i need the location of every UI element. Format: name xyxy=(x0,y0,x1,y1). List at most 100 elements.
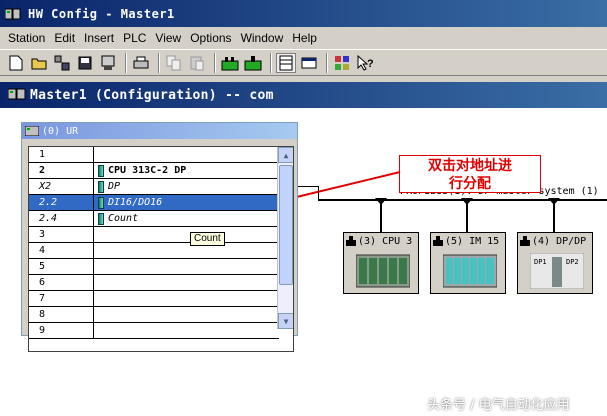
menu-view[interactable]: View xyxy=(151,31,185,45)
toolbar-separator xyxy=(125,52,127,73)
save-network-icon[interactable] xyxy=(52,53,72,73)
network-icon[interactable] xyxy=(243,53,263,73)
station-icon xyxy=(346,236,356,246)
callout-line-2: 行分配 xyxy=(449,176,491,192)
watermark: 头条号 / 电气自动化应用 xyxy=(427,398,570,413)
table-row[interactable]: 2 CPU 313C-2 DP xyxy=(29,163,279,179)
slot-number: 9 xyxy=(29,323,94,338)
toolbar-separator xyxy=(214,52,216,73)
scroll-up-icon[interactable]: ▲ xyxy=(278,147,293,163)
module-name xyxy=(94,147,279,162)
module-cell: Count xyxy=(94,211,279,226)
open-icon[interactable] xyxy=(29,53,49,73)
module-name xyxy=(94,291,279,306)
slot-number: 2.4 xyxy=(29,211,94,226)
copy-icon[interactable] xyxy=(164,53,184,73)
svg-text:?: ? xyxy=(367,58,374,70)
module-icon xyxy=(98,212,104,225)
configuration-icon xyxy=(7,87,26,103)
slot-number: 7 xyxy=(29,291,94,306)
menu-window[interactable]: Window xyxy=(237,31,288,45)
menu-station[interactable]: Station xyxy=(4,31,49,45)
table-row[interactable]: X2 DP xyxy=(29,179,279,195)
table-icon[interactable] xyxy=(299,53,319,73)
station-im[interactable]: (5) IM 15 xyxy=(430,232,506,294)
bus-connector-icon xyxy=(461,198,473,205)
callout-line-1: 双击对地址进 xyxy=(428,158,512,174)
menu-insert[interactable]: Insert xyxy=(80,31,118,45)
station-header: (5) IM 15 xyxy=(431,233,505,249)
menu-bar: Station Edit Insert PLC View Options Win… xyxy=(0,28,607,48)
table-row[interactable]: 7 xyxy=(29,291,279,307)
menu-plc[interactable]: PLC xyxy=(119,31,150,45)
slot-number: X2 xyxy=(29,179,94,194)
save-icon[interactable] xyxy=(75,53,95,73)
table-row[interactable]: 9 xyxy=(29,323,279,339)
module-cell: DP xyxy=(94,179,279,194)
table-row[interactable]: 4 xyxy=(29,243,279,259)
table-row[interactable]: 1 xyxy=(29,147,279,163)
table-row[interactable]: 8 xyxy=(29,307,279,323)
module-name xyxy=(94,275,279,290)
download-icon[interactable] xyxy=(98,53,118,73)
module-icon xyxy=(98,180,104,193)
menu-options[interactable]: Options xyxy=(186,31,235,45)
station-dpdp[interactable]: (4) DP/DP DP1 DP2 xyxy=(517,232,593,294)
slot-number: 2 xyxy=(29,163,94,178)
module-name xyxy=(94,243,279,258)
child-window-title: Master1 (Configuration) -- com xyxy=(30,87,274,103)
station-cpu[interactable]: (3) CPU 3 xyxy=(343,232,419,294)
rack-table: 1 2 CPU 313C-2 DP X2 DP 2.2 DI16/DO16 2.… xyxy=(28,146,294,352)
svg-text:DP1: DP1 xyxy=(534,258,547,266)
help-pointer-icon[interactable]: ? xyxy=(355,53,375,73)
scroll-thumb[interactable] xyxy=(279,165,293,285)
slot-number: 5 xyxy=(29,259,94,274)
rack-title: (0) UR xyxy=(42,125,79,137)
slot-number: 1 xyxy=(29,147,94,162)
module-name: Count xyxy=(108,213,139,224)
slot-number: 6 xyxy=(29,275,94,290)
module-name xyxy=(94,227,279,242)
module-name xyxy=(94,307,279,322)
station-icon xyxy=(433,236,443,246)
table-row[interactable]: 2.4 Count xyxy=(29,211,279,227)
table-row[interactable]: 6 xyxy=(29,275,279,291)
annotation-callout: 双击对地址进 行分配 xyxy=(399,155,541,193)
rack-title-bar[interactable]: (0) UR xyxy=(22,123,297,139)
dpdp-coupler-icon: DP1 DP2 xyxy=(530,253,584,289)
rack-window: (0) UR 1 2 CPU 313C-2 DP X2 DP 2.2 DI16/… xyxy=(21,122,298,352)
module-name: DP xyxy=(108,181,121,192)
paste-icon[interactable] xyxy=(187,53,207,73)
station-icon xyxy=(520,236,530,246)
station-label: (5) IM 15 xyxy=(445,235,500,247)
new-icon[interactable] xyxy=(6,53,26,73)
slot-number: 4 xyxy=(29,243,94,258)
table-row[interactable]: 3 xyxy=(29,227,279,243)
bus-connector-icon xyxy=(548,198,560,205)
module-cell: CPU 313C-2 DP xyxy=(94,163,279,178)
tooltip: Count xyxy=(190,232,225,246)
properties-icon[interactable] xyxy=(332,53,352,73)
menu-help[interactable]: Help xyxy=(288,31,321,45)
station-header: (3) CPU 3 xyxy=(344,233,418,249)
station-label: (3) CPU 3 xyxy=(358,235,413,247)
child-title-bar: Master1 (Configuration) -- com xyxy=(0,82,607,108)
print-icon[interactable] xyxy=(131,53,151,73)
svg-text:DP2: DP2 xyxy=(566,258,579,266)
scroll-down-icon[interactable]: ▼ xyxy=(278,313,293,329)
station-label: (4) DP/DP xyxy=(532,235,587,247)
module-icon xyxy=(98,196,104,209)
slot-number: 8 xyxy=(29,307,94,322)
rack-icon xyxy=(25,126,39,136)
table-row[interactable]: 5 xyxy=(29,259,279,275)
menu-edit[interactable]: Edit xyxy=(50,31,79,45)
module-icon xyxy=(98,164,104,177)
toolbar: ? xyxy=(0,49,607,76)
catalog-icon[interactable] xyxy=(220,53,240,73)
toolbar-separator xyxy=(270,52,272,73)
toolbar-separator xyxy=(158,52,160,73)
vertical-scrollbar[interactable]: ▲ ▼ xyxy=(277,147,293,329)
module-cell: DI16/DO16 xyxy=(94,195,279,210)
table-row-selected[interactable]: 2.2 DI16/DO16 xyxy=(29,195,279,211)
rack-icon[interactable] xyxy=(276,52,296,73)
